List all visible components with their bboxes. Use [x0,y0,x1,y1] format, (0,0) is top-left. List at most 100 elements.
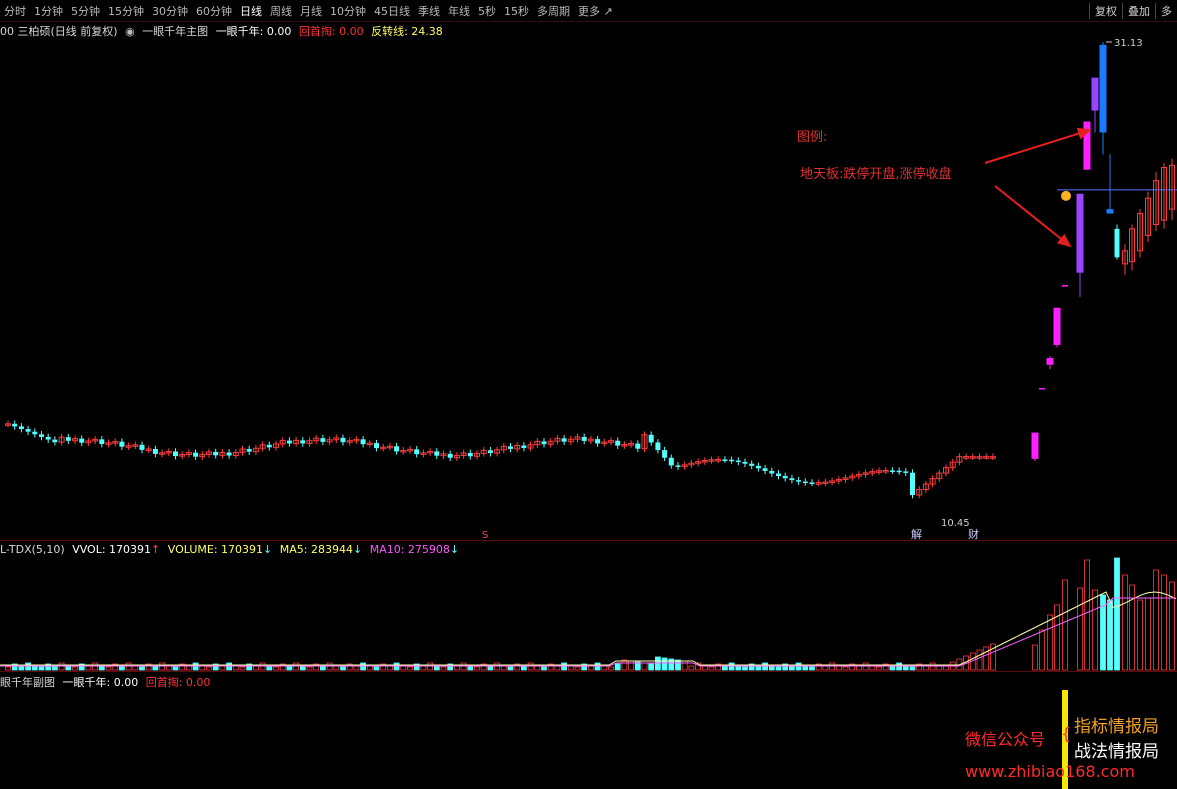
candle-body [910,472,915,495]
volume-bar [1039,629,1045,671]
volume-bar [789,665,795,671]
volume-bar [976,649,983,671]
candle-body [675,465,681,467]
volume-bar [507,666,514,671]
candle-body [374,443,379,449]
volume-bar [909,666,916,671]
candle-body [802,481,808,484]
volume-bar [648,663,655,671]
candle-body [749,463,755,466]
volume-bar [574,666,581,671]
candle-body [561,438,567,442]
candle-body [796,480,802,482]
candle-body [1106,209,1114,214]
candle-body [735,460,741,463]
candle-body [722,459,728,461]
legend-text: 地天板:跌停开盘,涨停收盘 [800,167,952,182]
candle-body [729,459,735,462]
volume-bar [588,665,594,671]
volume-bar [172,666,179,671]
marker-jie: 解 [911,527,922,541]
candle-body [615,440,621,446]
candle-body [65,437,71,441]
volume-bar [923,665,929,671]
volume-bar [474,666,480,671]
volume-bar [889,665,896,671]
volume-bar [139,666,145,671]
volume-bar [1161,574,1167,671]
volume-bar [541,666,547,671]
volume-bar [152,665,159,671]
high-price-label: 31.13 [1114,38,1143,49]
candle-body [173,451,178,457]
volume-bar [661,657,668,671]
candle-body [32,431,38,435]
volume-bar [219,665,226,671]
candle-body [12,423,18,427]
candle-body [1099,44,1107,133]
candle-body [1083,121,1091,170]
candle-body [152,448,158,454]
volume-bar [742,666,748,671]
volume-bar [420,665,427,671]
candle-body [340,437,346,443]
volume-bar [641,662,648,671]
candle-body [119,441,125,447]
legend-title: 图例: [797,130,828,145]
volume-bar [85,665,92,671]
volume-bar [239,666,246,671]
volume-bar [708,666,715,671]
volume-bar [1032,644,1038,671]
candle-body [769,470,775,474]
volume-bar [373,666,380,671]
candle-body [903,471,909,473]
candle-body [193,452,199,457]
candle-body [635,443,641,449]
candle-body [782,476,788,479]
buy-signal-icon [1061,190,1071,201]
candle-body [755,465,761,469]
volume-bar [1084,559,1090,671]
candle-body [508,446,513,449]
marker-s: S [482,530,488,541]
volume-bar [775,666,782,671]
candle-body [1114,228,1120,258]
volume-bar [1062,579,1068,671]
candle-body [226,452,232,456]
volume-bar [353,665,360,671]
candle-body [320,438,326,442]
brace-icon: { [1061,724,1072,743]
volume-bar [340,666,346,671]
volume-bar [105,666,112,671]
volume-bar [185,665,192,671]
candle-body [52,439,58,443]
candle-body [360,439,366,445]
candle-body [1046,358,1054,365]
volume-bar [983,646,990,671]
candle-body [300,440,306,444]
legend-arrow-icon [994,185,1072,248]
volume-bar [18,665,25,671]
candle-body [521,445,527,449]
candle-body [434,451,440,456]
candle-body [266,444,272,448]
volume-bar [1047,614,1053,671]
candle-body [1031,432,1039,459]
candle-body [1076,193,1084,273]
ma5-line [0,591,1177,666]
volume-bar [286,665,293,671]
candle-body [213,451,219,456]
volume-bar [1054,604,1060,671]
watermark-url: www.zhibiao168.com [965,762,1135,781]
watermark-line1: 指标情报局 [1074,717,1159,737]
volume-bar [809,666,815,671]
volume-bar [306,666,313,671]
candle-body [742,461,748,464]
volume-bar [1114,557,1120,671]
kline-chart[interactable]: 31.13 10.45 解 财 S [0,0,1177,789]
volume-bar [1137,599,1143,671]
candle-body [655,442,661,451]
volume-bar [453,665,460,671]
volume-bar [614,663,621,671]
marker-cai: 财 [968,527,979,541]
